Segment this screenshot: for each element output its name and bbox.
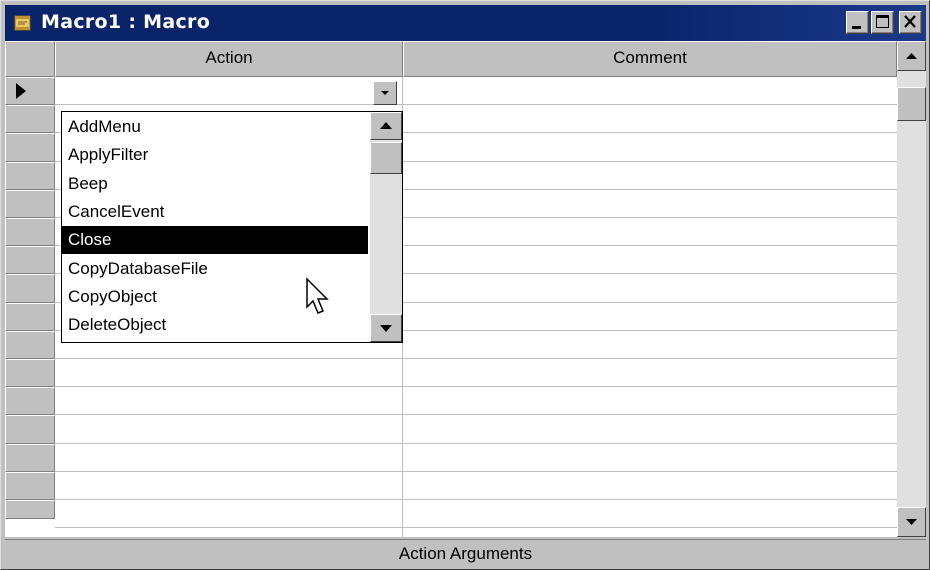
window-title: Macro1 : Macro xyxy=(41,11,211,33)
row-selector[interactable] xyxy=(5,77,55,106)
minimize-button[interactable] xyxy=(846,11,869,34)
grid-scroll-up-button[interactable] xyxy=(897,41,926,71)
row-selector[interactable] xyxy=(5,471,55,500)
grid-corner[interactable] xyxy=(5,41,55,77)
close-icon xyxy=(904,15,916,28)
row-selector[interactable] xyxy=(5,443,55,472)
arrow-down-icon xyxy=(906,519,917,525)
row-selector[interactable] xyxy=(5,105,55,134)
row-selector[interactable] xyxy=(5,302,55,331)
grid-scroll-thumb[interactable] xyxy=(897,87,926,121)
maximize-icon xyxy=(876,15,889,28)
dropdown-scroll-down-button[interactable] xyxy=(370,314,402,342)
row-divider xyxy=(55,358,897,359)
action-dropdown-list[interactable]: AddMenu ApplyFilter Beep CancelEvent Close Co… xyxy=(61,111,403,343)
row-selector[interactable] xyxy=(5,189,55,218)
chevron-down-icon xyxy=(381,91,389,95)
close-button[interactable] xyxy=(899,11,922,34)
row-selector[interactable] xyxy=(5,500,55,519)
dropdown-item-applyfilter[interactable]: ApplyFilter xyxy=(68,141,148,169)
dropdown-item-beep[interactable]: Beep xyxy=(68,170,108,198)
row-selector[interactable] xyxy=(5,133,55,162)
mouse-pointer-icon xyxy=(306,277,329,314)
macro-grid: Action Comment AddMenu ApplyFilter Beep Can… xyxy=(5,41,926,537)
action-cell-current[interactable] xyxy=(55,77,402,105)
row-divider xyxy=(55,470,897,472)
dropdown-item-close[interactable]: Close xyxy=(62,226,368,255)
macro-window: Macro1 : Macro Action Comment AddMenu Ap… xyxy=(0,0,930,570)
arrow-up-icon xyxy=(380,122,392,129)
row-selector[interactable] xyxy=(5,387,55,416)
row-selector[interactable] xyxy=(5,218,55,247)
action-combo-dropdown-button[interactable] xyxy=(373,81,397,105)
row-divider xyxy=(55,386,897,388)
dropdown-item-deleteobject[interactable]: DeleteObject xyxy=(68,311,166,339)
dropdown-scroll-up-button[interactable] xyxy=(370,112,402,140)
row-selector[interactable] xyxy=(5,161,55,190)
row-selector[interactable] xyxy=(5,415,55,444)
dropdown-item-cancelevent[interactable]: CancelEvent xyxy=(68,198,164,226)
minimize-icon xyxy=(852,26,861,29)
arrow-down-icon xyxy=(380,325,392,332)
row-selector[interactable] xyxy=(5,246,55,275)
action-arguments-label: Action Arguments xyxy=(398,544,533,563)
title-bar[interactable]: Macro1 : Macro xyxy=(5,5,926,41)
row-selector[interactable] xyxy=(5,330,55,359)
maximize-button[interactable] xyxy=(871,11,894,34)
column-header-action[interactable]: Action xyxy=(55,41,403,77)
row-divider xyxy=(55,499,897,500)
row-selector[interactable] xyxy=(5,274,55,303)
action-arguments-section: Action Arguments xyxy=(5,539,926,569)
column-header-comment[interactable]: Comment xyxy=(403,41,897,77)
row-divider xyxy=(55,414,897,416)
row-selector[interactable] xyxy=(5,359,55,388)
row-divider xyxy=(55,527,897,529)
grid-scroll-down-button[interactable] xyxy=(897,507,926,537)
dropdown-item-copydatabasefile[interactable]: CopyDatabaseFile xyxy=(68,255,208,283)
dropdown-item-copyobject[interactable]: CopyObject xyxy=(68,283,157,311)
dropdown-scroll-thumb[interactable] xyxy=(370,142,402,174)
macro-scroll-icon xyxy=(14,15,31,31)
arrow-up-icon xyxy=(906,53,917,59)
grid-vertical-scrollbar[interactable] xyxy=(897,41,926,537)
row-pointer-icon xyxy=(16,83,26,99)
dropdown-scrollbar[interactable] xyxy=(370,112,402,342)
dropdown-item-addmenu[interactable]: AddMenu xyxy=(68,113,141,141)
row-divider xyxy=(55,442,897,444)
